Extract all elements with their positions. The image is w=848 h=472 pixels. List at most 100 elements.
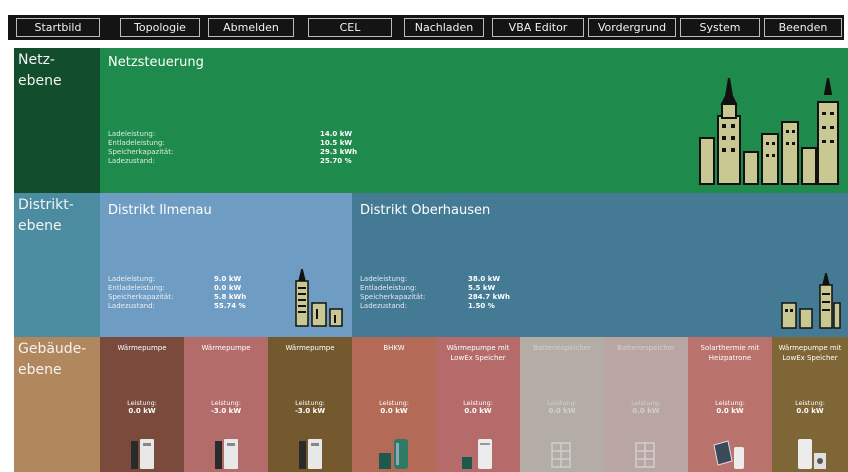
net-level-label-line2: ebene	[18, 73, 62, 89]
building-power-value: -3.0 kW	[210, 407, 242, 415]
district-ilmenau-panel[interactable]: Distrikt Ilmenau Ladeleistung: 9.0 kW Ent…	[100, 193, 352, 337]
building-power-label: Leistung:	[295, 399, 325, 407]
battery-icon	[551, 442, 571, 468]
menu-vba-editor-button[interactable]: VBA Editor	[492, 18, 584, 37]
building-power-value: 0.0 kW	[548, 407, 576, 415]
building-cell-heat-pump-1[interactable]: Wärmepumpe Leistung: 0.0 kW	[100, 337, 184, 472]
district-oberhausen-panel[interactable]: Distrikt Oberhausen Ladeleistung: 38.0 kW…	[352, 193, 848, 337]
grid-control-panel[interactable]: Netzsteuerung Ladeleistung: 14.0 kW Entla…	[100, 48, 848, 193]
oberhausen-discharge-value: 5.5 kW	[468, 284, 496, 292]
district-ilmenau-title: Distrikt Ilmenau	[108, 203, 212, 218]
district-oberhausen-stats: Ladeleistung: 38.0 kW Entladeleistung: 5.5…	[360, 275, 510, 311]
building-level-label-line2: ebene	[18, 362, 62, 378]
district-ilmenau-stats: Ladeleistung: 9.0 kW Entladeleistung: 0.0 …	[108, 275, 246, 311]
building-power-label: Leistung:	[463, 399, 493, 407]
oberhausen-charge-label: Ladeleistung:	[360, 275, 408, 283]
building-power-value: 0.0 kW	[380, 407, 408, 415]
building-name: Wärmepumpe	[117, 344, 167, 352]
building-cell-solar-thermal[interactable]: Solarthermie mit Heizpatrone Leistung: 0…	[688, 337, 772, 472]
grid-state-value: 25.70 %	[320, 157, 352, 165]
ilmenau-discharge-value: 0.0 kW	[214, 284, 242, 292]
building-name: Wärmepumpe mit LowEx Speicher	[778, 344, 842, 362]
grid-discharge-label: Entladeleistung:	[108, 139, 165, 147]
building-cell-heat-pump-lowex-2[interactable]: Wärmepumpe mit LowEx Speicher Leistung: …	[772, 337, 848, 472]
building-power-value: 0.0 kW	[128, 407, 156, 415]
building-name: Wärmepumpe	[201, 344, 251, 352]
building-power-label: Leistung:	[631, 399, 661, 407]
net-level-label-line1: Netz-	[18, 52, 55, 68]
building-level-label: Gebäude- ebene	[14, 337, 100, 472]
building-cell-battery-1[interactable]: Batteriespeicher Leistung: 0.0 kW	[520, 337, 604, 472]
building-power-label: Leistung:	[547, 399, 577, 407]
building-cell-chp[interactable]: BHKW Leistung: 0.0 kW	[352, 337, 436, 472]
solar-thermal-icon	[713, 440, 744, 469]
menu-beenden-button[interactable]: Beenden	[764, 18, 842, 37]
grid-capacity-value: 29.3 kWh	[320, 148, 358, 156]
building-power-label: Leistung:	[379, 399, 409, 407]
menu-vordergrund-button[interactable]: Vordergrund	[588, 18, 676, 37]
menu-topologie-button[interactable]: Topologie	[120, 18, 200, 37]
grid-charge-label: Ladeleistung:	[108, 130, 156, 138]
building-power-value: 0.0 kW	[632, 407, 660, 415]
ilmenau-state-label: Ladezustand:	[108, 302, 155, 310]
app-window: Startbild Topologie Abmelden CEL Nachlad…	[0, 0, 848, 472]
ilmenau-charge-value: 9.0 kW	[214, 275, 242, 283]
grid-control-title: Netzsteuerung	[108, 55, 204, 70]
building-power-value: -3.0 kW	[294, 407, 326, 415]
oberhausen-capacity-value: 284.7 kWh	[468, 293, 510, 301]
district-oberhausen-title: Distrikt Oberhausen	[360, 203, 491, 218]
oberhausen-capacity-label: Speicherkapazität:	[360, 293, 426, 301]
oberhausen-state-label: Ladezustand:	[360, 302, 407, 310]
battery-icon	[635, 442, 655, 468]
city-skyline-icon	[699, 78, 839, 185]
building-power-value: 0.0 kW	[796, 407, 824, 415]
building-name: Wärmepumpe	[285, 344, 335, 352]
building-name: Batteriespeicher	[617, 344, 675, 352]
menu-system-button[interactable]: System	[680, 18, 760, 37]
building-power-value: 0.0 kW	[716, 407, 744, 415]
building-cell-heat-pump-lowex-1[interactable]: Wärmepumpe mit LowEx Speicher Leistung: …	[436, 337, 520, 472]
menu-bar: Startbild Topologie Abmelden CEL Nachlad…	[8, 15, 844, 40]
building-power-label: Leistung:	[795, 399, 825, 407]
ilmenau-charge-label: Ladeleistung:	[108, 275, 156, 283]
menu-startbild-button[interactable]: Startbild	[16, 18, 100, 37]
ilmenau-state-value: 55.74 %	[214, 302, 246, 310]
chp-icon	[379, 439, 408, 469]
oberhausen-state-value: 1.50 %	[468, 302, 495, 310]
grid-state-label: Ladezustand:	[108, 157, 155, 165]
building-power-value: 0.0 kW	[464, 407, 492, 415]
heat-pump-storage-icon	[798, 439, 826, 469]
menu-cel-button[interactable]: CEL	[308, 18, 392, 37]
ilmenau-capacity-label: Speicherkapazität:	[108, 293, 174, 301]
district-ilmenau-skyline-icon	[295, 269, 343, 327]
grid-discharge-value: 10.5 kW	[320, 139, 353, 147]
grid-charge-value: 14.0 kW	[320, 130, 353, 138]
heat-pump-icon	[131, 439, 154, 469]
heat-pump-icon	[299, 439, 322, 469]
district-oberhausen-skyline-icon	[781, 273, 841, 329]
grid-capacity-label: Speicherkapazität:	[108, 148, 174, 156]
oberhausen-charge-value: 38.0 kW	[468, 275, 501, 283]
building-name: Wärmepumpe mit LowEx Speicher	[446, 344, 510, 362]
building-cell-heat-pump-3[interactable]: Wärmepumpe Leistung: -3.0 kW	[268, 337, 352, 472]
net-level-label: Netz- ebene	[14, 48, 100, 193]
building-cell-battery-2[interactable]: Batteriespeicher Leistung: 0.0 kW	[604, 337, 688, 472]
oberhausen-discharge-label: Entladeleistung:	[360, 284, 417, 292]
ilmenau-capacity-value: 5.8 kWh	[214, 293, 247, 301]
ilmenau-discharge-label: Entladeleistung:	[108, 284, 165, 292]
grid-stats: Ladeleistung: 14.0 kW Entladeleistung: 10.…	[108, 130, 357, 166]
district-level-label-line2: ebene	[18, 218, 62, 234]
heat-pump-icon	[215, 439, 238, 469]
building-name: Batteriespeicher	[533, 344, 591, 352]
heat-pump-storage-icon	[462, 439, 492, 469]
building-name: Solarthermie mit Heizpatrone	[700, 344, 760, 362]
building-power-label: Leistung:	[211, 399, 241, 407]
district-level-label: Distrikt- ebene	[14, 193, 100, 337]
building-level-label-line1: Gebäude-	[18, 341, 87, 357]
menu-abmelden-button[interactable]: Abmelden	[208, 18, 294, 37]
building-power-label: Leistung:	[715, 399, 745, 407]
menu-nachladen-button[interactable]: Nachladen	[404, 18, 484, 37]
building-power-label: Leistung:	[127, 399, 157, 407]
building-name: BHKW	[383, 344, 405, 352]
building-cell-heat-pump-2[interactable]: Wärmepumpe Leistung: -3.0 kW	[184, 337, 268, 472]
